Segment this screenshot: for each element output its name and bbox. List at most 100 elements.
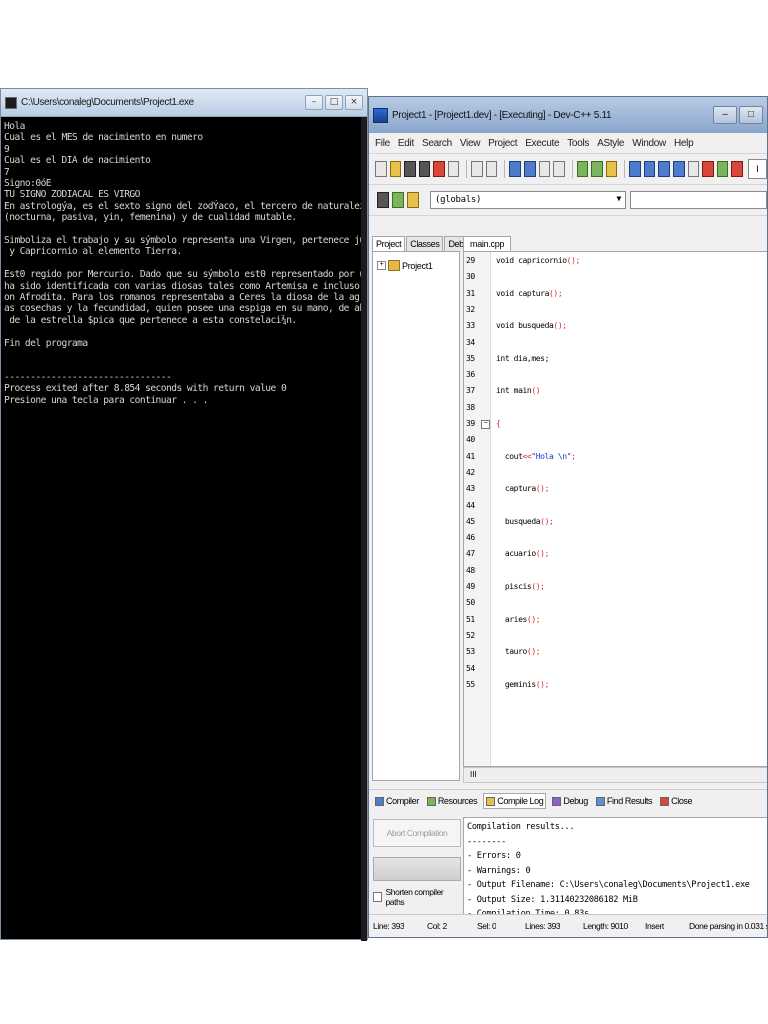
indent-icon[interactable]: [538, 161, 551, 177]
checkbox-box[interactable]: [373, 892, 383, 902]
menu-item-tools[interactable]: Tools: [567, 138, 589, 149]
menu-item-view[interactable]: View: [460, 138, 481, 149]
syntax-check-icon[interactable]: [687, 161, 700, 177]
tree-item-label: Project1: [402, 260, 433, 271]
close-icon[interactable]: ×: [345, 95, 363, 110]
print-icon[interactable]: [447, 161, 460, 177]
tab-compile-log[interactable]: Compile Log: [483, 793, 547, 809]
rebuild-icon[interactable]: [672, 161, 685, 177]
code-text: geminis();: [496, 680, 550, 690]
tab-project[interactable]: Project: [372, 236, 406, 251]
compile-icon[interactable]: [629, 161, 641, 177]
secondary-toolbar: (globals) ▼: [369, 185, 767, 216]
tree-item-project[interactable]: + Project1: [377, 260, 455, 271]
insert-mode-indicator[interactable]: I: [747, 159, 767, 179]
devcpp-window[interactable]: Project1 - [Project1.dev] - [Executing] …: [368, 96, 768, 938]
save-all-icon[interactable]: [418, 161, 431, 177]
redo-icon[interactable]: [485, 161, 498, 177]
code-area[interactable]: 29 void capricornio(); 30 31 void captura();…: [463, 251, 767, 767]
menu-item-search[interactable]: Search: [422, 138, 452, 149]
undo-icon[interactable]: [471, 161, 483, 177]
console-line: de la estrella $pica que pertenece a est…: [4, 314, 297, 326]
console-titlebar[interactable]: C:\Users\conaleg\Documents\Project1.exe …: [1, 89, 367, 117]
status-length: Length: 9010: [583, 921, 628, 931]
function-dropdown[interactable]: [630, 191, 767, 209]
debug-chart-icon[interactable]: [716, 161, 729, 177]
project-options-icon[interactable]: [605, 161, 618, 177]
shorten-paths-label: Shorten compiler paths: [385, 887, 444, 907]
code-token: aries: [496, 614, 527, 624]
tab-resources[interactable]: Resources: [425, 794, 479, 808]
tab-label: Find Results: [606, 796, 653, 806]
bookmark-icon[interactable]: [407, 192, 419, 208]
tab-find-results[interactable]: Find Results: [594, 794, 654, 808]
tab-compiler[interactable]: Compiler: [373, 794, 421, 808]
run-icon[interactable]: [643, 161, 656, 177]
tab-debug[interactable]: Debug: [550, 794, 590, 808]
menu-item-project[interactable]: Project: [488, 138, 517, 149]
log-line: - Warnings: 0: [467, 865, 531, 876]
profile-icon[interactable]: [731, 161, 743, 177]
line-number: 51: [466, 614, 475, 624]
save-icon[interactable]: [404, 161, 416, 177]
tab-label: Compile Log: [497, 796, 544, 806]
line-number: 52: [466, 630, 475, 640]
tab-close[interactable]: Close: [658, 794, 694, 808]
tab-main-cpp[interactable]: main.cpp: [463, 236, 512, 251]
line-number: 29: [466, 256, 475, 265]
menu-item-file[interactable]: File: [375, 138, 390, 149]
toolbar-separator: [504, 160, 506, 178]
console-line: Signo:0óE: [4, 178, 52, 190]
line-number: 37: [466, 386, 475, 396]
line-number: 38: [466, 402, 475, 412]
code-token: void capricornio: [496, 256, 567, 265]
shorten-paths-checkbox[interactable]: Shorten compiler paths: [373, 887, 459, 907]
minimize-icon[interactable]: –: [305, 95, 323, 110]
console-line: Hola: [4, 121, 25, 132]
code-text: busqueda();: [496, 516, 554, 527]
code-punctuation: ();: [540, 516, 554, 526]
ide-titlebar[interactable]: Project1 - [Project1.dev] - [Executing] …: [369, 97, 767, 133]
open-icon[interactable]: [389, 161, 402, 177]
code-token: acuario: [496, 549, 536, 559]
goto-icon[interactable]: [392, 192, 404, 208]
close-file-icon[interactable]: [433, 161, 445, 177]
menu-item-astyle[interactable]: AStyle: [597, 138, 624, 149]
class-browser-icon[interactable]: [377, 192, 389, 208]
console-line: Fin del programa: [4, 337, 88, 349]
tab-label: Debug: [563, 796, 588, 806]
compile-run-icon[interactable]: [658, 161, 670, 177]
unindent-icon[interactable]: [553, 161, 565, 177]
project-folder-icon: [388, 260, 400, 271]
add-to-project-icon[interactable]: [576, 161, 589, 177]
console-scrollbar[interactable]: [361, 117, 367, 941]
fold-toggle-icon[interactable]: −: [481, 420, 490, 429]
line-number: 45: [466, 516, 475, 526]
menu-item-help[interactable]: Help: [674, 138, 694, 149]
find-icon[interactable]: [509, 161, 521, 177]
code-punctuation: ();: [553, 321, 567, 331]
new-file-icon[interactable]: [375, 161, 387, 177]
maximize-icon[interactable]: □: [325, 95, 343, 110]
console-line: 9: [4, 143, 10, 155]
ide-minimize-icon[interactable]: –: [713, 106, 737, 124]
menu-item-edit[interactable]: Edit: [398, 138, 414, 149]
code-token: captura: [496, 484, 536, 494]
code-token: int main: [496, 386, 532, 396]
menu-item-execute[interactable]: Execute: [525, 138, 559, 149]
menu-item-window[interactable]: Window: [632, 138, 666, 149]
replace-icon[interactable]: [523, 161, 536, 177]
console-window[interactable]: C:\Users\conaleg\Documents\Project1.exe …: [0, 88, 368, 941]
scope-dropdown[interactable]: (globals) ▼: [430, 191, 626, 209]
expand-icon[interactable]: +: [377, 261, 386, 270]
status-line: Line: 393: [373, 921, 405, 931]
log-line: --------: [467, 836, 506, 847]
stop-execution-icon[interactable]: [702, 161, 714, 177]
editor-horizontal-scrollbar[interactable]: III: [463, 767, 767, 783]
remove-from-project-icon[interactable]: [591, 161, 603, 177]
abort-compilation-button[interactable]: Abort Compilation: [373, 819, 461, 847]
ide-maximize-icon[interactable]: □: [739, 106, 763, 124]
console-app-icon: [5, 96, 17, 109]
code-text: int dia,mes;: [496, 354, 549, 364]
tab-classes[interactable]: Classes: [406, 236, 444, 251]
